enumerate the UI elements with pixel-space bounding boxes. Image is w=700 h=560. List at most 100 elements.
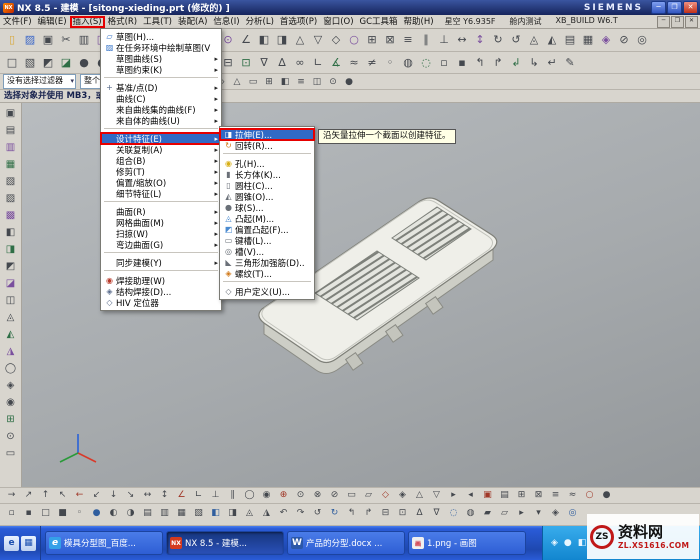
- toolbar-icon[interactable]: ▥: [2, 139, 20, 156]
- toolbar-icon[interactable]: ←: [71, 488, 88, 503]
- toolbar-icon[interactable]: →: [3, 488, 20, 503]
- toolbar-icon[interactable]: ▽: [428, 488, 445, 503]
- toolbar-icon[interactable]: ▫: [435, 54, 453, 72]
- insert-menu-item[interactable]: 关联复制(A) ▸: [101, 144, 221, 155]
- toolbar-icon[interactable]: ▦: [2, 156, 20, 173]
- toolbar-icon[interactable]: ▫: [3, 506, 20, 521]
- submenu-item[interactable]: ◭ 圆锥(O)...: [220, 191, 314, 202]
- menu-bar-item[interactable]: 工具(T): [140, 16, 175, 28]
- toolbar-icon[interactable]: ↵: [543, 54, 561, 72]
- toolbar-icon[interactable]: ◨: [224, 506, 241, 521]
- toolbar-icon[interactable]: ∇: [428, 506, 445, 521]
- toolbar-icon[interactable]: ■: [54, 506, 71, 521]
- menu-bar-extra-item[interactable]: 舱内测试: [510, 16, 542, 27]
- toolbar-icon[interactable]: ↘: [122, 488, 139, 503]
- toolbar-icon[interactable]: ◬: [241, 506, 258, 521]
- toolbar-icon[interactable]: ↕: [471, 31, 489, 49]
- toolbar-icon[interactable]: ◑: [122, 506, 139, 521]
- menu-bar-item[interactable]: 插入(S): [70, 16, 105, 28]
- tray-icon[interactable]: ◧: [578, 538, 587, 548]
- toolbar-icon[interactable]: ↺: [309, 506, 326, 521]
- toolbar-icon[interactable]: ▰: [479, 506, 496, 521]
- toolbar-icon[interactable]: ◮: [2, 343, 20, 360]
- close-button[interactable]: ✕: [683, 1, 698, 14]
- toolbar-icon[interactable]: ◍: [462, 506, 479, 521]
- toolbar-icon[interactable]: ▾: [530, 506, 547, 521]
- toolbar-icon[interactable]: ↗: [20, 488, 37, 503]
- toolbar-icon[interactable]: ◫: [2, 292, 20, 309]
- taskbar-button[interactable]: W 产品的分型.docx ...: [287, 531, 405, 555]
- mdi-restore-button[interactable]: ❐: [671, 16, 684, 28]
- toolbar-icon[interactable]: ▨: [2, 190, 20, 207]
- toolbar-icon[interactable]: ◨: [2, 241, 20, 258]
- insert-menu-item[interactable]: ◈ 结构焊接(D)...: [101, 286, 221, 297]
- toolbar-icon[interactable]: ↺: [507, 31, 525, 49]
- toolbar-icon[interactable]: ◬: [525, 31, 543, 49]
- insert-menu-item[interactable]: 修剪(T) ▸: [101, 166, 221, 177]
- toolbar-icon[interactable]: ◧: [255, 31, 273, 49]
- toolbar-icon[interactable]: ∟: [309, 54, 327, 72]
- toolbar-icon[interactable]: ⊞: [363, 31, 381, 49]
- toolbar-icon[interactable]: □: [37, 506, 54, 521]
- submenu-item[interactable]: ◩ 偏置凸起(F)...: [220, 224, 314, 235]
- insert-menu-item[interactable]: 弯边曲面(G) ▸: [101, 239, 221, 250]
- toolbar-icon[interactable]: ▱: [360, 488, 377, 503]
- minimize-button[interactable]: ─: [651, 1, 666, 14]
- toolbar-icon[interactable]: ◦: [71, 506, 88, 521]
- toolbar-icon[interactable]: ▦: [579, 31, 597, 49]
- taskbar-button[interactable]: NX NX 8.5 - 建模...: [166, 531, 284, 555]
- toolbar-icon[interactable]: ▸: [445, 488, 462, 503]
- toolbar-icon[interactable]: ⊘: [326, 488, 343, 503]
- toolbar-icon[interactable]: ◮: [258, 506, 275, 521]
- toolbar-icon[interactable]: ◩: [39, 54, 57, 72]
- toolbar-icon[interactable]: ◭: [543, 31, 561, 49]
- toolbar-icon[interactable]: ▤: [139, 506, 156, 521]
- toolbar-icon[interactable]: ◐: [105, 506, 122, 521]
- menu-bar-item[interactable]: 装配(A): [175, 16, 210, 28]
- insert-menu-item[interactable]: 曲面(R) ▸: [101, 206, 221, 217]
- toolbar-icon[interactable]: ▪: [453, 54, 471, 72]
- mdi-minimize-button[interactable]: ─: [657, 16, 670, 28]
- toolbar-icon[interactable]: ◌: [417, 54, 435, 72]
- toolbar-icon[interactable]: ◍: [399, 54, 417, 72]
- toolbar-icon[interactable]: ◬: [2, 309, 20, 326]
- toolbar-icon[interactable]: ⊥: [435, 31, 453, 49]
- toolbar-icon[interactable]: ⊡: [394, 506, 411, 521]
- insert-menu-item[interactable]: 设计特征(E) ▸: [101, 133, 221, 144]
- selection-tool-icon[interactable]: ≡: [293, 75, 309, 89]
- menu-bar-item[interactable]: GC工具箱: [357, 16, 401, 28]
- toolbar-icon[interactable]: ↓: [105, 488, 122, 503]
- toolbar-icon[interactable]: ▥: [156, 506, 173, 521]
- quick-launch-icon[interactable]: e: [4, 536, 19, 551]
- toolbar-icon[interactable]: ⊘: [615, 31, 633, 49]
- toolbar-icon[interactable]: ▥: [75, 31, 93, 49]
- menu-bar-item[interactable]: 窗口(O): [320, 16, 356, 28]
- submenu-item[interactable]: ▯ 圆柱(C)...: [220, 180, 314, 191]
- tray-icon[interactable]: ●: [564, 538, 572, 548]
- toolbar-icon[interactable]: ↖: [54, 488, 71, 503]
- toolbar-icon[interactable]: ◧: [207, 506, 224, 521]
- toolbar-icon[interactable]: ⊠: [530, 488, 547, 503]
- toolbar-icon[interactable]: ⊗: [309, 488, 326, 503]
- insert-menu-item[interactable]: 偏置/缩放(O) ▸: [101, 177, 221, 188]
- toolbar-icon[interactable]: ✎: [561, 54, 579, 72]
- mdi-close-button[interactable]: ✕: [685, 16, 698, 28]
- restore-button[interactable]: ❐: [667, 1, 682, 14]
- toolbar-icon[interactable]: ⊕: [275, 488, 292, 503]
- toolbar-icon[interactable]: ↲: [507, 54, 525, 72]
- tray-icon[interactable]: ◈: [551, 538, 558, 548]
- toolbar-icon[interactable]: ▭: [343, 488, 360, 503]
- toolbar-icon[interactable]: ◭: [2, 326, 20, 343]
- menu-bar-item[interactable]: 首选项(P): [277, 16, 320, 28]
- toolbar-icon[interactable]: ↰: [471, 54, 489, 72]
- toolbar-icon[interactable]: ↻: [489, 31, 507, 49]
- toolbar-icon[interactable]: ○: [345, 31, 363, 49]
- toolbar-icon[interactable]: ◪: [57, 54, 75, 72]
- toolbar-icon[interactable]: ↰: [343, 506, 360, 521]
- toolbar-icon[interactable]: △: [291, 31, 309, 49]
- insert-menu-item[interactable]: 来自曲线集的曲线(F) ▸: [101, 104, 221, 115]
- selection-tool-icon[interactable]: ◧: [277, 75, 293, 89]
- menu-bar-item[interactable]: 信息(I): [210, 16, 242, 28]
- toolbar-icon[interactable]: ↔: [453, 31, 471, 49]
- toolbar-icon[interactable]: ↱: [360, 506, 377, 521]
